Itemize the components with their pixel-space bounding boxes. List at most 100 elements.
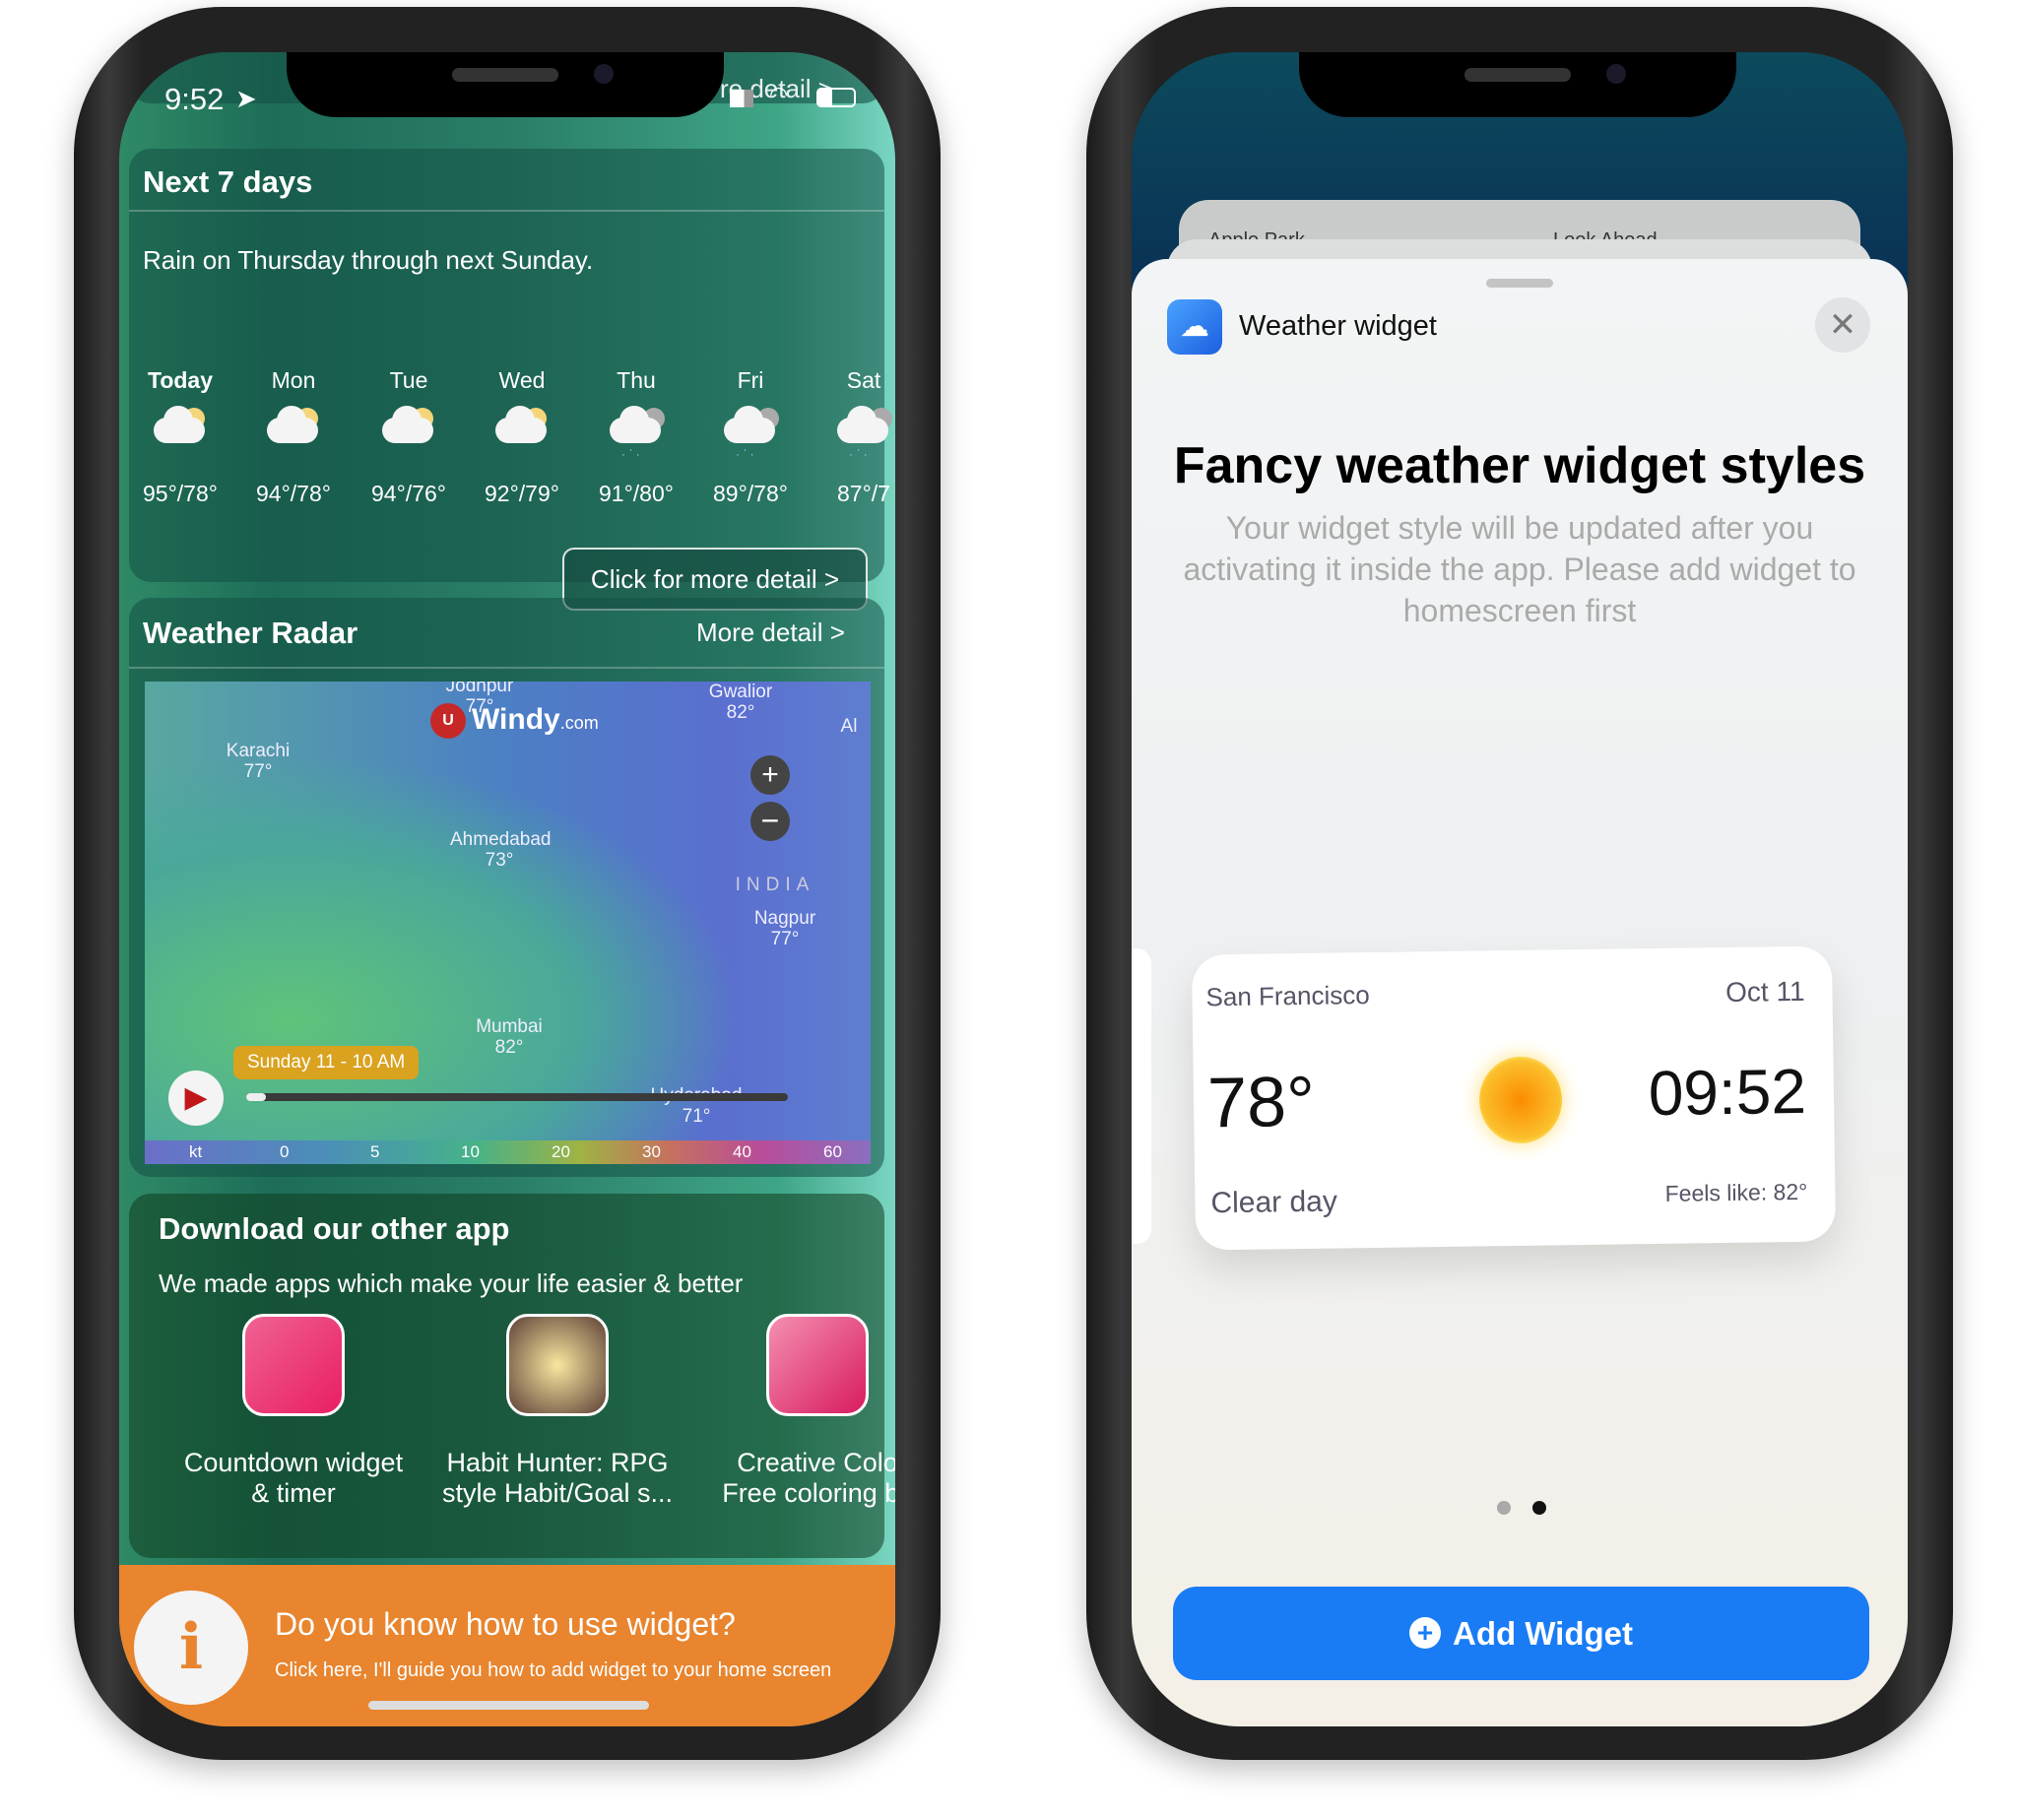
day-label: Today — [147, 367, 214, 393]
zoom-in-button[interactable]: + — [750, 755, 790, 795]
day-label: Fri — [737, 367, 764, 393]
apps-title: Download our other app — [159, 1211, 510, 1246]
rain-cloud-icon: · ˈ · — [810, 402, 895, 471]
signal-icon — [730, 90, 753, 107]
day-label: Mon — [271, 367, 316, 393]
forecast-day[interactable]: Mon 94°/78° — [239, 367, 348, 507]
countdown-app-icon — [242, 1314, 345, 1416]
divider — [129, 210, 884, 212]
widget-help-banner[interactable]: i Do you know how to use widget? Click h… — [119, 1565, 895, 1726]
map-city-label: Nagpur 77° — [753, 908, 816, 949]
app-name-cont: Free coloring bc — [722, 1478, 895, 1508]
day-temp: 87°/7 — [837, 481, 890, 506]
widget-preview[interactable]: San Francisco Oct 11 78° 09:52 Clear day… — [1191, 945, 1837, 1251]
day-temp: 91°/80° — [599, 481, 674, 506]
widget-feels-like: Feels like: 82° — [1664, 1178, 1808, 1206]
home-indicator — [368, 1701, 649, 1710]
wifi-icon: ◠ — [769, 82, 789, 106]
notch — [1299, 52, 1736, 117]
scale-tick: 10 — [461, 1142, 480, 1161]
forecast-day[interactable]: Sat · ˈ · 87°/7 — [810, 367, 895, 507]
day-temp: 92°/79° — [485, 481, 559, 506]
map-city-label: Gwalior 82° — [708, 682, 773, 723]
banner-title: Do you know how to use widget? — [275, 1606, 736, 1642]
page-dot[interactable] — [1497, 1501, 1511, 1515]
notch — [287, 52, 724, 117]
play-button[interactable]: ▶ — [168, 1071, 224, 1126]
map-city-label: Mumbai 82° — [476, 1016, 543, 1058]
day-temp: 94°/78° — [256, 481, 331, 506]
day-temp: 95°/78° — [143, 481, 218, 506]
close-icon[interactable]: ✕ — [1815, 297, 1870, 353]
forecast-day[interactable]: Thu · ˈ · 91°/80° — [582, 367, 690, 507]
rain-cloud-icon: · ˈ · — [582, 402, 690, 471]
sheet-description: Your widget style will be updated after … — [1183, 510, 1856, 628]
add-widget-button[interactable]: + Add Widget — [1173, 1587, 1869, 1680]
scale-tick: 60 — [823, 1142, 842, 1161]
partly-cloudy-icon — [468, 402, 576, 471]
sun-icon — [1478, 1056, 1563, 1144]
scale-tick: 30 — [642, 1142, 661, 1161]
app-name: Habit Hunter: RPG — [446, 1448, 669, 1477]
battery-icon — [816, 88, 856, 107]
location-arrow-icon: ➤ — [235, 84, 257, 113]
partly-cloudy-icon — [355, 402, 463, 471]
app-name: Creative Colo — [737, 1448, 895, 1477]
timeline-slider[interactable] — [246, 1093, 788, 1101]
info-icon: i — [134, 1591, 248, 1705]
sheet-app-name: Weather widget — [1239, 310, 1437, 342]
partly-cloudy-icon — [239, 402, 348, 471]
sheet-title: Fancy weather widget styles — [1173, 437, 1866, 494]
page-dot-active[interactable] — [1532, 1501, 1546, 1515]
widget-sheet: ☁ Weather widget ✕ Fancy weather widget … — [1132, 259, 1908, 1726]
forecast-day[interactable]: Today 95°/78° — [126, 367, 234, 507]
weather-app-icon: ☁ — [1167, 299, 1222, 355]
widget-condition: Clear day — [1210, 1185, 1338, 1220]
widget-city: San Francisco — [1205, 980, 1370, 1012]
widget-time: 09:52 — [1648, 1055, 1807, 1130]
map-city-label: Karachi 77° — [226, 741, 291, 782]
wind-scale: kt 0 5 10 20 30 40 60 — [145, 1140, 871, 1164]
day-temp: 89°/78° — [713, 481, 788, 506]
divider — [129, 667, 884, 669]
map-city-label: Al — [840, 716, 858, 737]
scale-tick: 20 — [552, 1142, 570, 1161]
forecast-day[interactable]: Wed 92°/79° — [468, 367, 576, 507]
zoom-out-button[interactable]: − — [750, 802, 790, 841]
map-city-label: Jodhpur 77° — [445, 682, 514, 717]
map-city-label: Hyderabad71° — [651, 1085, 743, 1127]
habit-hunter-app-icon — [506, 1314, 609, 1416]
radar-more-detail-link[interactable]: More detail > — [696, 618, 845, 648]
radar-card: Weather Radar More detail > U Windy.com … — [129, 598, 884, 1177]
app-name-cont: style Habit/Goal s... — [441, 1478, 674, 1508]
map-city-label: Ahmedabad 73° — [450, 829, 552, 871]
creative-coloring-app-icon — [766, 1314, 869, 1416]
sheet-grabber[interactable] — [1486, 279, 1553, 288]
status-time: 9:52 — [164, 82, 225, 116]
day-label: Wed — [498, 367, 546, 393]
apps-card: Download our other app We made apps whic… — [129, 1194, 895, 1558]
radar-title: Weather Radar — [143, 616, 358, 650]
map-city-label: INDIA — [735, 875, 815, 895]
rain-cloud-icon: · ˈ · — [696, 402, 805, 471]
scale-tick: 5 — [370, 1142, 380, 1161]
forecast-title: Next 7 days — [143, 164, 313, 199]
widget-date: Oct 11 — [1724, 975, 1805, 1008]
partly-cloudy-icon — [126, 402, 234, 471]
app-name-cont: & timer — [251, 1478, 336, 1508]
forecast-summary: Rain on Thursday through next Sunday. — [143, 245, 594, 275]
radar-map[interactable]: U Windy.com Jodhpur 77° Gwalior 82° Al Karach… — [145, 682, 871, 1164]
widget-gallery-screen: Apple Park Look Ahead ☁ Weather widget ✕… — [1132, 52, 1908, 1726]
scale-tick: 40 — [733, 1142, 751, 1161]
left-phone: 9:52 ➤ re detail > ◠ Next 7 days Rain on… — [74, 7, 941, 1760]
weather-app-screen: 9:52 ➤ re detail > ◠ Next 7 days Rain on… — [119, 52, 895, 1726]
widget-temp: 78° — [1206, 1062, 1316, 1143]
day-label: Sat — [846, 367, 881, 393]
right-phone: Apple Park Look Ahead ☁ Weather widget ✕… — [1086, 7, 1953, 1760]
scale-tick: 0 — [280, 1142, 290, 1161]
forecast-day[interactable]: Tue 94°/76° — [355, 367, 463, 507]
apps-subtitle: We made apps which make your life easier… — [159, 1268, 744, 1298]
forecast-day[interactable]: Fri · ˈ · 89°/78° — [696, 367, 805, 507]
day-temp: 94°/76° — [371, 481, 446, 506]
prev-widget-preview[interactable] — [1132, 948, 1151, 1244]
